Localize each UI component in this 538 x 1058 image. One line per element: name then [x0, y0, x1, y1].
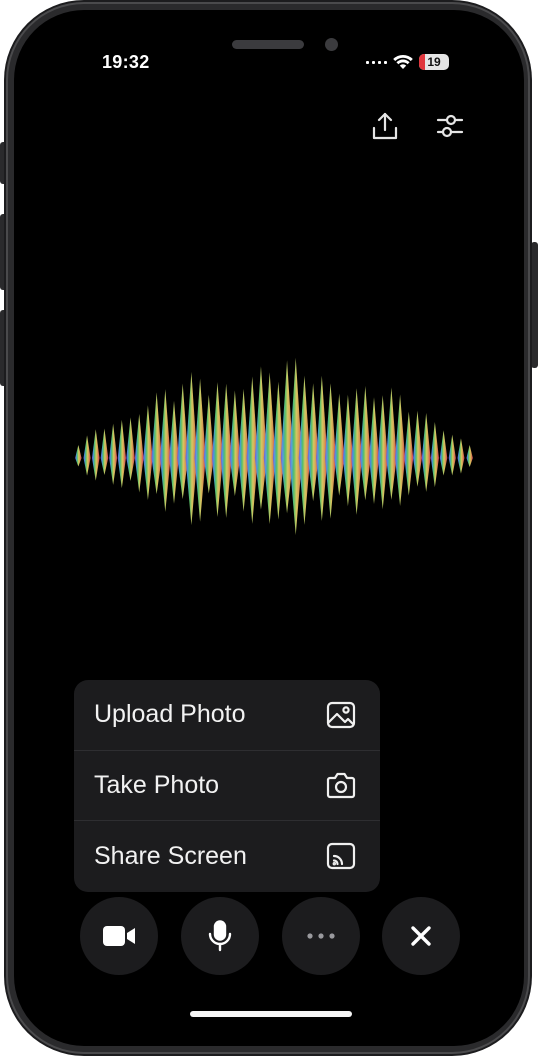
waveform-spike — [151, 392, 162, 495]
waveform-spike — [430, 421, 439, 488]
home-indicator — [190, 1011, 352, 1017]
more-dots-icon — [307, 933, 335, 939]
share-screen-option[interactable]: Share Screen — [74, 821, 380, 892]
waveform-spike — [377, 395, 388, 510]
share-upload-icon — [372, 112, 398, 140]
share-button[interactable] — [365, 106, 405, 146]
waveform-spike — [229, 390, 241, 497]
close-button[interactable] — [382, 897, 460, 975]
microphone-icon — [208, 920, 232, 952]
sliders-settings-icon — [436, 114, 464, 138]
waveform-spike — [75, 444, 82, 467]
photo-icon — [324, 698, 358, 732]
microphone-button[interactable] — [181, 897, 259, 975]
waveform-spike — [83, 435, 91, 476]
waveform-spike — [220, 383, 232, 518]
power-button — [531, 242, 538, 368]
audio-waveform-visualizer — [62, 357, 486, 536]
waveform-spike — [457, 438, 465, 474]
waveform-spike — [325, 383, 336, 519]
waveform-spike — [211, 382, 223, 518]
screen-cast-icon — [324, 839, 358, 873]
camera-icon — [324, 768, 358, 802]
waveform-spike — [307, 383, 319, 502]
battery-indicator: 19 — [419, 54, 449, 70]
speaker-grille — [232, 40, 304, 49]
waveform-spike — [126, 417, 135, 481]
waveform-spike — [421, 412, 431, 492]
share-screen-label: Share Screen — [94, 841, 247, 870]
cellular-signal-icon — [366, 60, 387, 64]
waveform-spike — [117, 419, 126, 489]
waveform-spike — [413, 410, 422, 487]
waveform-spike — [439, 430, 448, 476]
more-button[interactable] — [282, 897, 360, 975]
attachment-menu: Upload Photo Take Photo Share Screen — [74, 680, 380, 892]
waveform-spike — [395, 394, 406, 506]
waveform-spike — [169, 400, 179, 504]
waveform-spike — [203, 394, 214, 494]
waveform-spike — [143, 405, 153, 500]
waveform-spike — [448, 434, 456, 476]
waveform-spike — [109, 423, 118, 485]
waveform-spike — [404, 411, 414, 496]
waveform-spike — [351, 388, 362, 515]
waveform-spike — [160, 389, 171, 512]
front-camera — [325, 38, 338, 51]
video-camera-icon — [103, 926, 135, 946]
close-icon — [411, 926, 431, 946]
waveform-spike — [359, 386, 371, 501]
waveform-spike — [177, 383, 189, 500]
wifi-icon — [393, 54, 413, 69]
waveform-spike — [386, 387, 397, 500]
upload-photo-label: Upload Photo — [94, 700, 246, 729]
waveform-spike — [91, 429, 100, 481]
app-screen: 19:32 19 Upload Photo Take Photo Share S… — [14, 10, 524, 1046]
waveform-spike — [342, 394, 353, 507]
settings-button[interactable] — [430, 106, 470, 146]
call-controls — [80, 897, 460, 975]
status-time: 19:32 — [102, 52, 150, 72]
take-photo-option[interactable]: Take Photo — [74, 751, 380, 822]
waveform-spike — [194, 378, 206, 522]
waveform-spike — [334, 393, 345, 496]
upload-photo-option[interactable]: Upload Photo — [74, 680, 380, 751]
waveform-spike — [466, 444, 473, 467]
waveform-spike — [134, 413, 144, 493]
status-indicators: 19 — [366, 53, 449, 71]
video-button[interactable] — [80, 897, 158, 975]
battery-level: 19 — [427, 55, 441, 69]
waveform-spike — [369, 397, 379, 505]
waveform-spike — [100, 428, 109, 475]
take-photo-label: Take Photo — [94, 770, 220, 799]
